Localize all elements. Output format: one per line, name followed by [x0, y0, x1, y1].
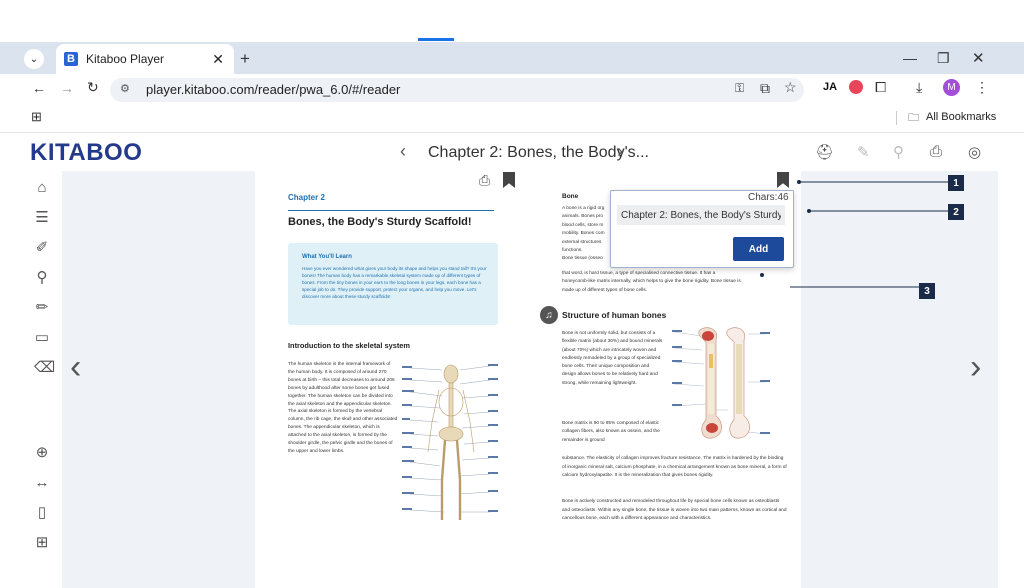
folder-icon: 🗀	[908, 112, 919, 124]
paragraph-1: substance. The elasticity of collagen im…	[562, 456, 787, 479]
downloads-icon[interactable]: ⤓	[916, 79, 922, 96]
left-toolbar	[0, 171, 62, 588]
char-count: Chars:46	[748, 192, 789, 203]
next-chapter-icon[interactable]: ›	[617, 141, 623, 162]
skeleton-diagram	[402, 364, 498, 520]
reader-tools-icon[interactable]: ⛑	[815, 143, 834, 161]
pen-icon[interactable]: ✏	[34, 300, 50, 316]
window-top	[0, 0, 1024, 42]
share-icon[interactable]: ⚲	[893, 143, 904, 161]
page-heading: Bones, the Body's Sturdy Scaffold!	[288, 216, 472, 228]
bone-heading: Bone	[562, 193, 579, 200]
profile-avatar[interactable]: M	[943, 79, 960, 96]
femur-diagram	[672, 327, 770, 439]
fit-width-icon[interactable]: ↔	[34, 475, 50, 491]
kitaboo-favicon-icon: B	[64, 52, 78, 66]
chapter-title[interactable]: Chapter 2: Bones, the Body's...	[428, 144, 649, 162]
open-in-app-icon[interactable]: ⧉	[760, 80, 770, 97]
structure-heading: Structure of human bones	[562, 310, 667, 320]
callout-3-badge: 3	[919, 283, 935, 299]
browser-menu-icon[interactable]: ⋮	[975, 79, 989, 96]
close-window-icon[interactable]: ✕	[972, 49, 985, 67]
bookmarks-bar	[0, 104, 1024, 133]
matrix-text: Bone matrix is 90 to 95% composed of ela…	[562, 421, 660, 443]
next-page-icon[interactable]: ›	[970, 348, 981, 387]
extension-red-icon[interactable]	[849, 80, 863, 94]
extensions-puzzle-icon[interactable]: ⧠	[875, 79, 886, 96]
site-info-icon[interactable]: ⚙	[120, 82, 130, 95]
profile-icon[interactable]: ◎	[968, 143, 981, 161]
section-text: The human skeleton is the internal frame…	[288, 362, 398, 454]
page-print-icon[interactable]: ⎙	[479, 172, 490, 189]
tab-search-chevron-icon[interactable]: ⌄	[24, 49, 44, 69]
bookmarks-divider	[896, 111, 897, 125]
structure-text: Bone is not uniformly solid, but consist…	[562, 331, 663, 386]
learn-title: What You'll Learn	[302, 254, 352, 260]
learn-text: Have you ever wondered what gives your b…	[302, 266, 487, 299]
bone-line: that word, is hard tissue, a type of spe…	[562, 271, 716, 276]
toc-icon[interactable]: ☰	[34, 210, 50, 226]
callout-1-badge: 1	[948, 175, 964, 191]
password-key-icon[interactable]: ⚿	[735, 81, 744, 96]
kitaboo-logo: KITABOO	[30, 139, 143, 166]
page-icon[interactable]: ▯	[34, 505, 50, 521]
add-bookmark-button[interactable]: Add	[733, 237, 784, 261]
callout-3-anchor	[760, 273, 764, 277]
home-icon[interactable]: ⌂	[34, 180, 50, 196]
chapter-label: Chapter 2	[288, 193, 325, 202]
minimize-icon[interactable]: —	[903, 50, 917, 66]
apps-grid-icon[interactable]: ⊞	[31, 109, 42, 125]
extension-ja-icon[interactable]: JA	[823, 81, 837, 93]
bookmark-star-icon[interactable]: ☆	[784, 79, 797, 96]
callout-lines	[790, 180, 948, 288]
bone-text-continued: that word, is hard tissue, a type of spe…	[562, 270, 782, 295]
bookmark-title-input[interactable]	[617, 205, 785, 225]
comment-icon[interactable]: ▭	[34, 330, 50, 346]
restore-icon[interactable]: ❐	[937, 50, 950, 67]
prev-chapter-icon[interactable]: ‹	[400, 141, 406, 162]
audio-note-icon[interactable]: ♫	[540, 306, 558, 324]
notes-icon[interactable]: ✐	[34, 240, 50, 256]
reload-icon[interactable]: ↻	[87, 79, 99, 96]
print-icon[interactable]: ⎙	[930, 143, 942, 160]
highlighter-icon[interactable]: ✎	[857, 143, 870, 161]
forward-icon[interactable]: →	[60, 80, 74, 96]
paragraph-2: Bone is actively constructed and remodel…	[562, 499, 787, 522]
loading-indicator	[418, 38, 454, 41]
chapter-underline	[288, 210, 494, 211]
bone-line: honeycomb-like matrix internally, which …	[562, 279, 741, 285]
zoom-in-icon[interactable]: ⊕	[34, 445, 50, 461]
all-bookmarks-link[interactable]: All Bookmarks	[926, 111, 996, 123]
url-text: player.kitaboo.com/reader/pwa_6.0/#/read…	[146, 82, 401, 97]
eraser-icon[interactable]: ⌫	[34, 360, 55, 376]
browser-tab[interactable]: B Kitaboo Player ✕	[56, 44, 234, 74]
back-icon[interactable]: ←	[32, 80, 46, 96]
previous-page-icon[interactable]: ‹	[70, 348, 81, 387]
bone-line: made up of different types of bone cells…	[562, 287, 647, 293]
search-icon[interactable]: ⚲	[34, 270, 50, 286]
tab-title: Kitaboo Player	[86, 52, 165, 66]
new-tab-icon[interactable]: +	[240, 49, 250, 69]
callout-2-badge: 2	[948, 204, 964, 220]
close-tab-icon[interactable]: ✕	[212, 51, 224, 68]
thumbnails-icon[interactable]: ⊞	[34, 535, 50, 551]
section-title: Introduction to the skeletal system	[288, 341, 410, 350]
